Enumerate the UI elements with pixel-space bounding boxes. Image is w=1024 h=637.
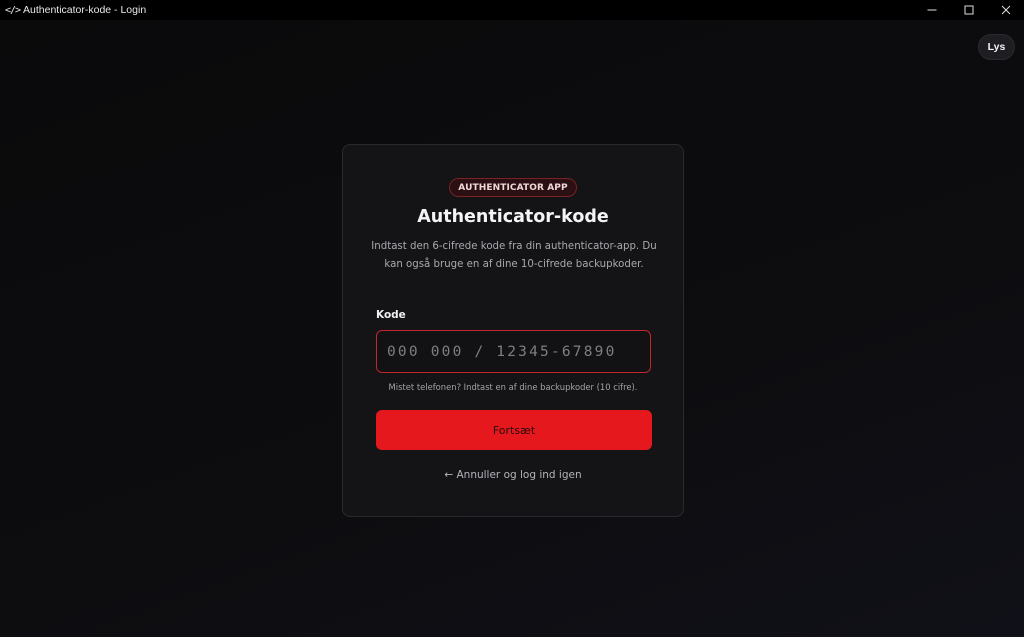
backup-code-hint: Mistet telefonen? Indtast en af dine bac… — [388, 382, 638, 392]
maximize-icon[interactable] — [950, 0, 987, 20]
instructions-text: Indtast den 6-cifrede kode fra din authe… — [371, 241, 657, 270]
page-title: Authenticator-kode — [417, 207, 609, 227]
code-input[interactable] — [376, 330, 651, 373]
continue-button[interactable]: Fortsæt — [376, 410, 652, 450]
app-code-icon: </> — [5, 4, 21, 16]
window-title: Authenticator-kode - Login — [23, 4, 147, 16]
app-viewport: Lys AUTHENTICATOR APP Authenticator-kode… — [0, 20, 1024, 637]
badge-container: AUTHENTICATOR APP — [343, 178, 683, 197]
minimize-icon[interactable] — [913, 0, 950, 20]
close-icon[interactable] — [987, 0, 1024, 20]
cancel-login-link[interactable]: ← Annuller og log ind igen — [343, 469, 683, 481]
theme-toggle-button[interactable]: Lys — [978, 34, 1015, 60]
title-bar: </> Authenticator-kode - Login — [0, 0, 1024, 20]
login-card: AUTHENTICATOR APP Authenticator-kode Ind… — [342, 144, 684, 517]
window-controls — [913, 0, 1024, 20]
method-badge: AUTHENTICATOR APP — [449, 178, 577, 197]
code-field-label: Kode — [376, 309, 406, 321]
